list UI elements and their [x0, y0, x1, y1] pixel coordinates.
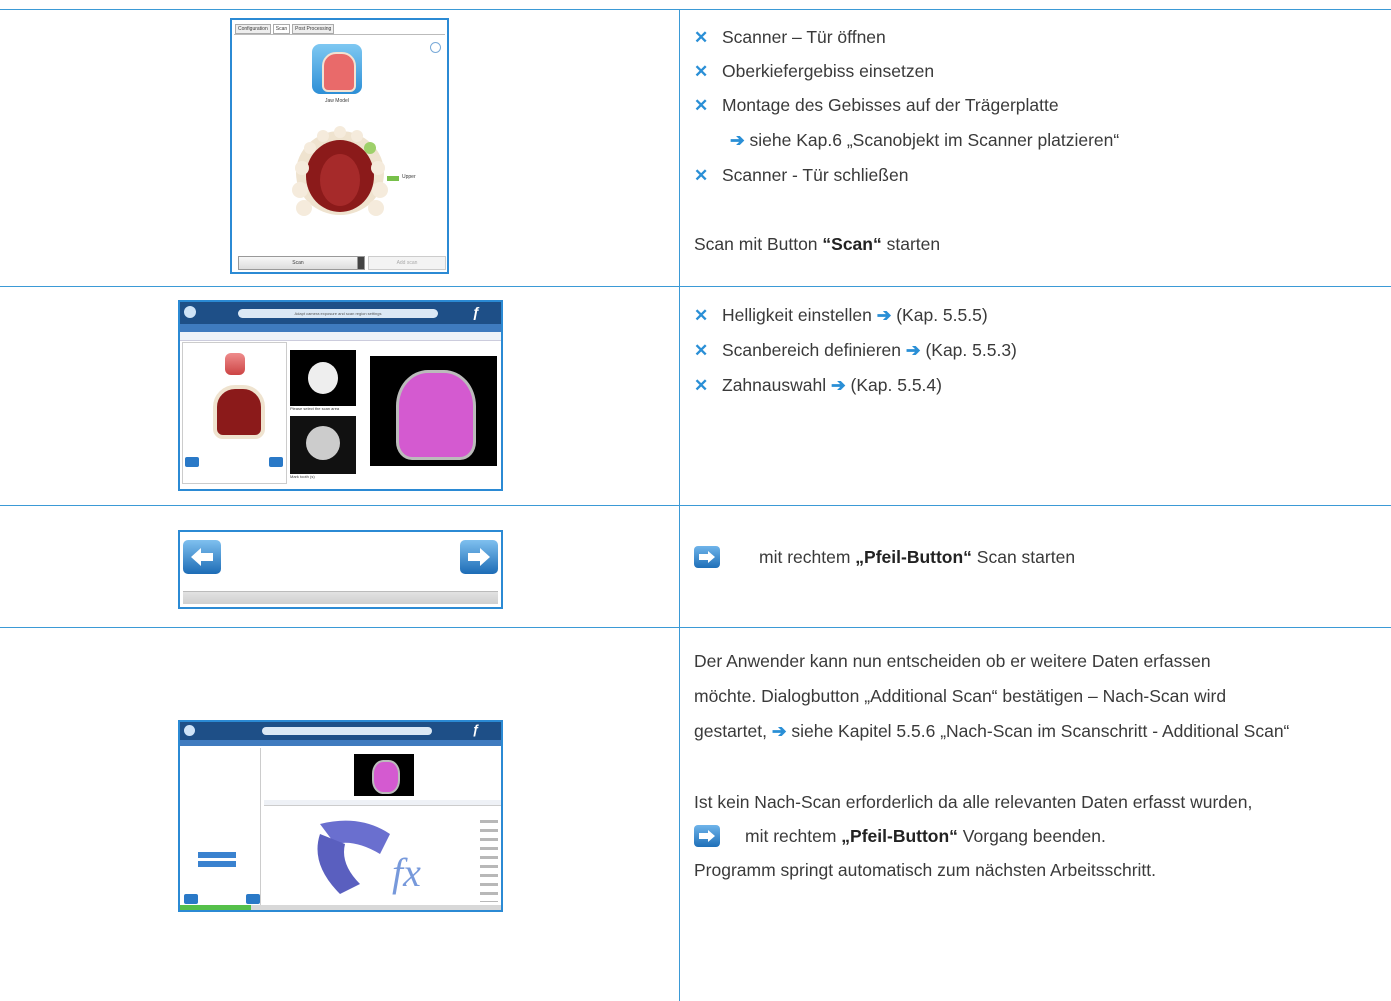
- step-close-door: ✕ Scanner - Tür schließen: [694, 165, 909, 185]
- scanned-model-3d: fx: [317, 820, 421, 895]
- jaw-model-label: Jaw Model: [325, 98, 349, 104]
- finish-scan-button[interactable]: [198, 861, 236, 867]
- mark-teeth-hint: Mark tooth (s): [290, 474, 315, 479]
- start-scan-arrow-instruction: mit rechtem „Pfeil-Button“ Scan starten: [759, 547, 1076, 567]
- tooth-selection-preview: [290, 416, 356, 474]
- step-insert-jaw: ✕ Oberkiefergebiss einsetzen: [694, 61, 935, 81]
- decision-line-1: Der Anwender kann nun entscheiden ob er …: [694, 651, 1211, 671]
- upper-legend-swatch: [387, 176, 399, 181]
- arrow-right-icon: ➔: [905, 340, 921, 360]
- row-divider-3: [0, 627, 1391, 628]
- scan-button[interactable]: Scan: [238, 256, 358, 270]
- tool-palette: [480, 814, 498, 902]
- tab-post-processing: Post Processing: [292, 24, 335, 34]
- tab-scan: Scan: [272, 24, 291, 34]
- cross-icon: ✕: [694, 341, 709, 360]
- prev-arrow-button[interactable]: [185, 457, 199, 467]
- brightness-preview: [290, 350, 356, 406]
- add-scan-button[interactable]: Add scan: [368, 256, 446, 270]
- start-scan-instruction: Scan mit Button “Scan“ starten: [694, 234, 941, 254]
- step-tooth-selection: ✕ Zahnauswahl ➔ (Kap. 5.5.4): [694, 375, 942, 395]
- left-panel: [182, 342, 287, 484]
- upper-jaw-illustration: [292, 126, 388, 216]
- step-see-chapter-6: ➔ siehe Kap.6 „Scanobjekt im Scanner pla…: [730, 130, 1120, 150]
- scan-keyword: “Scan“: [822, 234, 882, 254]
- app-logo-icon: [184, 306, 196, 318]
- step-open-door: ✕ Scanner – Tür öffnen: [694, 27, 886, 47]
- cross-icon: ✕: [694, 62, 709, 81]
- help-icon: [430, 42, 441, 53]
- scan-dropdown-button[interactable]: [357, 256, 365, 270]
- next-step-line: Programm springt automatisch zum nächste…: [694, 860, 1156, 880]
- row-divider-1: [0, 286, 1391, 287]
- scan-region-preview: [370, 356, 497, 466]
- arrow-right-icon: ➔: [830, 375, 846, 395]
- cross-icon: ✕: [694, 376, 709, 395]
- app-header-bar: ƒ: [180, 722, 501, 740]
- arrow-button-keyword: „Pfeil-Button“: [841, 826, 958, 846]
- right-arrow-button-icon: [694, 825, 720, 847]
- progress-bar: [180, 905, 501, 910]
- right-arrow-button-icon: [694, 546, 720, 568]
- left-arrow-button[interactable]: [183, 540, 221, 574]
- cross-icon: ✕: [694, 28, 709, 47]
- scan-dialog-screenshot: Configuration Scan Post Processing Jaw M…: [230, 18, 449, 274]
- upper-jaw-thumb: [225, 353, 245, 375]
- next-arrow-button[interactable]: [246, 894, 260, 904]
- step-brightness: ✕ Helligkeit einstellen ➔ (Kap. 5.5.5): [694, 305, 988, 325]
- jaw-thumb-large: [213, 385, 265, 439]
- left-panel: [182, 748, 261, 906]
- decision-line-2: möchte. Dialogbutton „Additional Scan“ b…: [694, 686, 1227, 706]
- step-scan-area: ✕ Scanbereich definieren ➔ (Kap. 5.5.3): [694, 340, 1017, 360]
- jaw-model-thumb: [322, 52, 356, 92]
- arrow-left-icon: [191, 548, 213, 566]
- column-divider: [679, 9, 680, 1001]
- step-mount-jaw: ✕ Montage des Gebisses auf der Trägerplat…: [694, 95, 1059, 115]
- add-scan-button-label: Add scan: [396, 260, 418, 266]
- arrow-button-keyword: „Pfeil-Button“: [855, 547, 972, 567]
- app-header-bar: Adapt camera exposure and scan region se…: [180, 302, 501, 324]
- scan-area-hint: Please select the scan area: [290, 406, 340, 411]
- progress-track: [183, 591, 498, 604]
- cross-icon: ✕: [694, 166, 709, 185]
- no-rescan-line: Ist kein Nach-Scan erforderlich da alle …: [694, 792, 1253, 812]
- additional-scan-screenshot: ƒ fx: [178, 720, 503, 912]
- upper-legend-label: Upper: [402, 174, 416, 180]
- scan-button-label: Scan: [292, 260, 304, 266]
- prev-arrow-button[interactable]: [184, 894, 198, 904]
- svg-text:fx: fx: [392, 850, 421, 895]
- scan-settings-screenshot: Adapt camera exposure and scan region se…: [178, 300, 503, 491]
- fx-logo: ƒ: [472, 722, 480, 737]
- finish-process-line: mit rechtem „Pfeil-Button“ Vorgang beend…: [745, 826, 1106, 846]
- arrow-right-icon: ➔: [730, 130, 745, 150]
- scan-preview-thumb: [354, 754, 414, 796]
- additional-scan-button[interactable]: [198, 852, 236, 858]
- app-logo-icon: [184, 725, 195, 736]
- tab-configuration: Configuration: [235, 24, 271, 34]
- status-search-field: Adapt camera exposure and scan region se…: [238, 309, 438, 318]
- cross-icon: ✕: [694, 306, 709, 325]
- navigation-arrows-screenshot: [178, 530, 503, 609]
- cross-icon: ✕: [694, 96, 709, 115]
- decision-line-3: gestartet, ➔ siehe Kapitel 5.5.6 „Nach-S…: [694, 721, 1290, 741]
- next-arrow-button[interactable]: [269, 457, 283, 467]
- row-divider-top: [0, 9, 1391, 10]
- status-search-field: [262, 727, 432, 735]
- arrow-right-icon: [468, 548, 490, 566]
- arrow-right-icon: ➔: [876, 305, 892, 325]
- right-arrow-button[interactable]: [460, 540, 498, 574]
- row-divider-2: [0, 505, 1391, 506]
- arrow-right-icon: ➔: [771, 721, 787, 741]
- fx-logo: ƒ: [472, 304, 480, 320]
